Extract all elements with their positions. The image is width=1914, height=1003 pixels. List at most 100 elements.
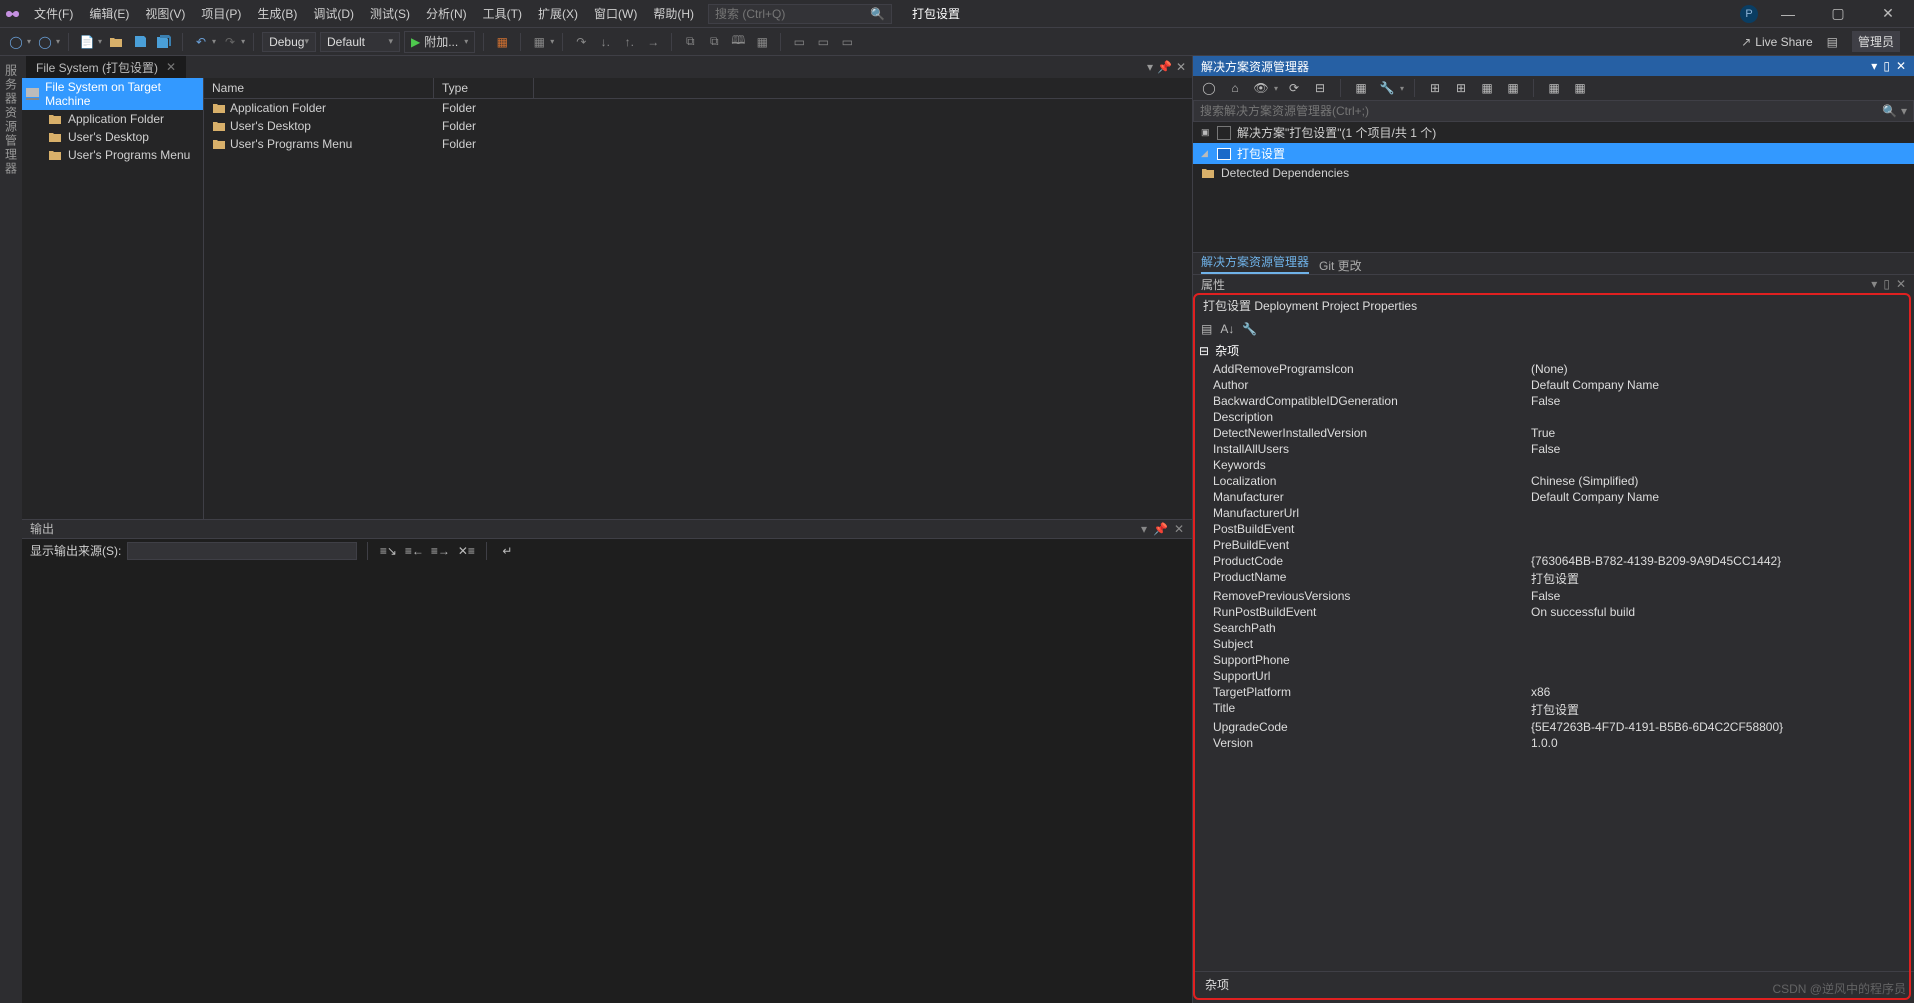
collapse-icon[interactable]: ⊟ xyxy=(1310,78,1330,98)
filesystem-tree[interactable]: File System on Target Machine Applicatio… xyxy=(22,78,204,519)
menu-item[interactable]: 调试(D) xyxy=(305,0,362,28)
property-row[interactable]: Description xyxy=(1193,409,1914,425)
misc-icon-3[interactable]: ▭ xyxy=(837,32,857,52)
property-row[interactable]: AuthorDefault Company Name xyxy=(1193,377,1914,393)
panel-close-icon[interactable]: ✕ xyxy=(1174,522,1184,536)
view-icon[interactable]: ⊞ xyxy=(1425,78,1445,98)
tree-root[interactable]: File System on Target Machine xyxy=(22,78,203,110)
prop-value[interactable] xyxy=(1531,653,1914,667)
minimize-button[interactable]: — xyxy=(1768,6,1808,22)
step-icon[interactable]: → xyxy=(643,32,663,52)
notifications-icon[interactable]: ▤ xyxy=(1827,35,1838,49)
undo-button[interactable]: ↶ xyxy=(191,32,211,52)
menu-item[interactable]: 扩展(X) xyxy=(530,0,586,28)
property-row[interactable]: ProductName打包设置 xyxy=(1193,569,1914,588)
menu-item[interactable]: 视图(V) xyxy=(137,0,193,28)
menu-item[interactable]: 窗口(W) xyxy=(586,0,645,28)
redo-button[interactable]: ↷ xyxy=(220,32,240,52)
global-search[interactable]: 🔍 xyxy=(708,4,892,24)
property-row[interactable]: SearchPath xyxy=(1193,620,1914,636)
view-icon-4[interactable]: ▦ xyxy=(1503,78,1523,98)
se-search[interactable]: 🔍 ▾ xyxy=(1193,100,1914,122)
property-row[interactable]: ManufacturerUrl xyxy=(1193,505,1914,521)
list-item[interactable]: User's DesktopFolder xyxy=(204,117,1192,135)
filesystem-list[interactable]: Name Type Application FolderFolderUser's… xyxy=(204,78,1192,519)
new-button[interactable]: 📄 xyxy=(77,32,97,52)
prop-value[interactable] xyxy=(1531,410,1914,424)
prop-value[interactable]: Default Company Name xyxy=(1531,490,1914,504)
view-icon-6[interactable]: ▦ xyxy=(1570,78,1590,98)
property-row[interactable]: PostBuildEvent xyxy=(1193,521,1914,537)
maximize-button[interactable]: ▢ xyxy=(1818,5,1858,22)
search-options-icon[interactable]: ▾ xyxy=(1901,104,1907,118)
pin-icon[interactable]: 📌 xyxy=(1157,60,1172,74)
step-into-icon[interactable]: ↓. xyxy=(595,32,615,52)
expand-icon[interactable]: ▣ xyxy=(1201,127,1211,138)
property-row[interactable]: ManufacturerDefault Company Name xyxy=(1193,489,1914,505)
tree-item[interactable]: User's Desktop xyxy=(22,128,203,146)
clear-icon[interactable]: ✕≡ xyxy=(456,541,476,561)
col-type[interactable]: Type xyxy=(434,78,534,98)
solution-tree[interactable]: ▣ 解决方案"打包设置"(1 个项目/共 1 个) ◢ 打包设置 Detecte… xyxy=(1193,122,1914,252)
prop-value[interactable]: 打包设置 xyxy=(1531,701,1914,718)
col-name[interactable]: Name xyxy=(204,78,434,98)
property-row[interactable]: BackwardCompatibleIDGenerationFalse xyxy=(1193,393,1914,409)
panel-pin-icon[interactable]: 📌 xyxy=(1153,522,1168,536)
menu-item[interactable]: 文件(F) xyxy=(26,0,81,28)
search-input[interactable] xyxy=(715,7,870,21)
list-item[interactable]: User's Programs MenuFolder xyxy=(204,135,1192,153)
prop-value[interactable]: x86 xyxy=(1531,685,1914,699)
document-tab[interactable]: File System (打包设置) ✕ xyxy=(26,56,186,79)
next-icon[interactable]: ≡→ xyxy=(430,541,450,561)
properties-titlebar[interactable]: 属性 ▾ ▯ ✕ xyxy=(1193,275,1914,293)
prop-category[interactable]: ⊟ 杂项 xyxy=(1193,340,1914,361)
step-out-icon[interactable]: ↑. xyxy=(619,32,639,52)
prop-value[interactable]: False xyxy=(1531,442,1914,456)
back-icon[interactable]: ◯ xyxy=(1199,78,1219,98)
avatar[interactable]: P xyxy=(1740,5,1758,23)
refresh-icon[interactable]: ⟳ xyxy=(1284,78,1304,98)
output-titlebar[interactable]: 输出 ▾ 📌 ✕ xyxy=(22,519,1192,539)
property-row[interactable]: Version1.0.0 xyxy=(1193,735,1914,751)
prop-value[interactable]: On successful build xyxy=(1531,605,1914,619)
property-row[interactable]: DetectNewerInstalledVersionTrue xyxy=(1193,425,1914,441)
bookmark-icon[interactable]: 🕮 xyxy=(728,32,748,52)
project-node[interactable]: ◢ 打包设置 xyxy=(1193,143,1914,164)
list-item[interactable]: Application FolderFolder xyxy=(204,99,1192,117)
prop-value[interactable] xyxy=(1531,522,1914,536)
property-row[interactable]: Title打包设置 xyxy=(1193,700,1914,719)
property-row[interactable]: PreBuildEvent xyxy=(1193,537,1914,553)
uncomment-icon[interactable]: ⧉ xyxy=(704,32,724,52)
step-over-icon[interactable]: ↷ xyxy=(571,32,591,52)
prop-value[interactable] xyxy=(1531,637,1914,651)
save-all-button[interactable] xyxy=(154,32,174,52)
prop-value[interactable]: True xyxy=(1531,426,1914,440)
back-button[interactable]: ◯ xyxy=(6,32,26,52)
prop-value[interactable] xyxy=(1531,458,1914,472)
property-row[interactable]: ProductCode{763064BB-B782-4139-B209-9A9D… xyxy=(1193,553,1914,569)
alpha-icon[interactable]: A↓ xyxy=(1220,322,1234,336)
tab-close-icon[interactable]: ✕ xyxy=(1176,60,1186,74)
dependencies-node[interactable]: Detected Dependencies xyxy=(1193,164,1914,182)
prop-value[interactable]: 打包设置 xyxy=(1531,570,1914,587)
panel-menu-icon[interactable]: ▾ xyxy=(1871,277,1877,291)
solution-explorer-header[interactable]: 解决方案资源管理器 ▾ ▯ ✕ xyxy=(1193,56,1914,76)
property-row[interactable]: LocalizationChinese (Simplified) xyxy=(1193,473,1914,489)
config-combo[interactable]: Debug xyxy=(262,32,316,52)
property-row[interactable]: RemovePreviousVersionsFalse xyxy=(1193,588,1914,604)
prop-pages-icon[interactable]: 🔧 xyxy=(1242,322,1257,336)
panel-close-icon[interactable]: ✕ xyxy=(1896,277,1906,291)
tree-item[interactable]: User's Programs Menu xyxy=(22,146,203,164)
save-button[interactable] xyxy=(130,32,150,52)
properties-grid[interactable]: ⊟ 杂项 AddRemoveProgramsIcon(None)AuthorDe… xyxy=(1193,340,1914,971)
misc-icon-2[interactable]: ▭ xyxy=(813,32,833,52)
panel-close-icon[interactable]: ✕ xyxy=(1896,59,1906,73)
property-row[interactable]: SupportUrl xyxy=(1193,668,1914,684)
se-tab-git[interactable]: Git 更改 xyxy=(1319,257,1362,274)
open-button[interactable] xyxy=(106,32,126,52)
tool-icon[interactable]: ▦ xyxy=(492,32,512,52)
prev-icon[interactable]: ≡← xyxy=(404,541,424,561)
prop-value[interactable]: (None) xyxy=(1531,362,1914,376)
prop-value[interactable] xyxy=(1531,506,1914,520)
menu-item[interactable]: 项目(P) xyxy=(193,0,249,28)
